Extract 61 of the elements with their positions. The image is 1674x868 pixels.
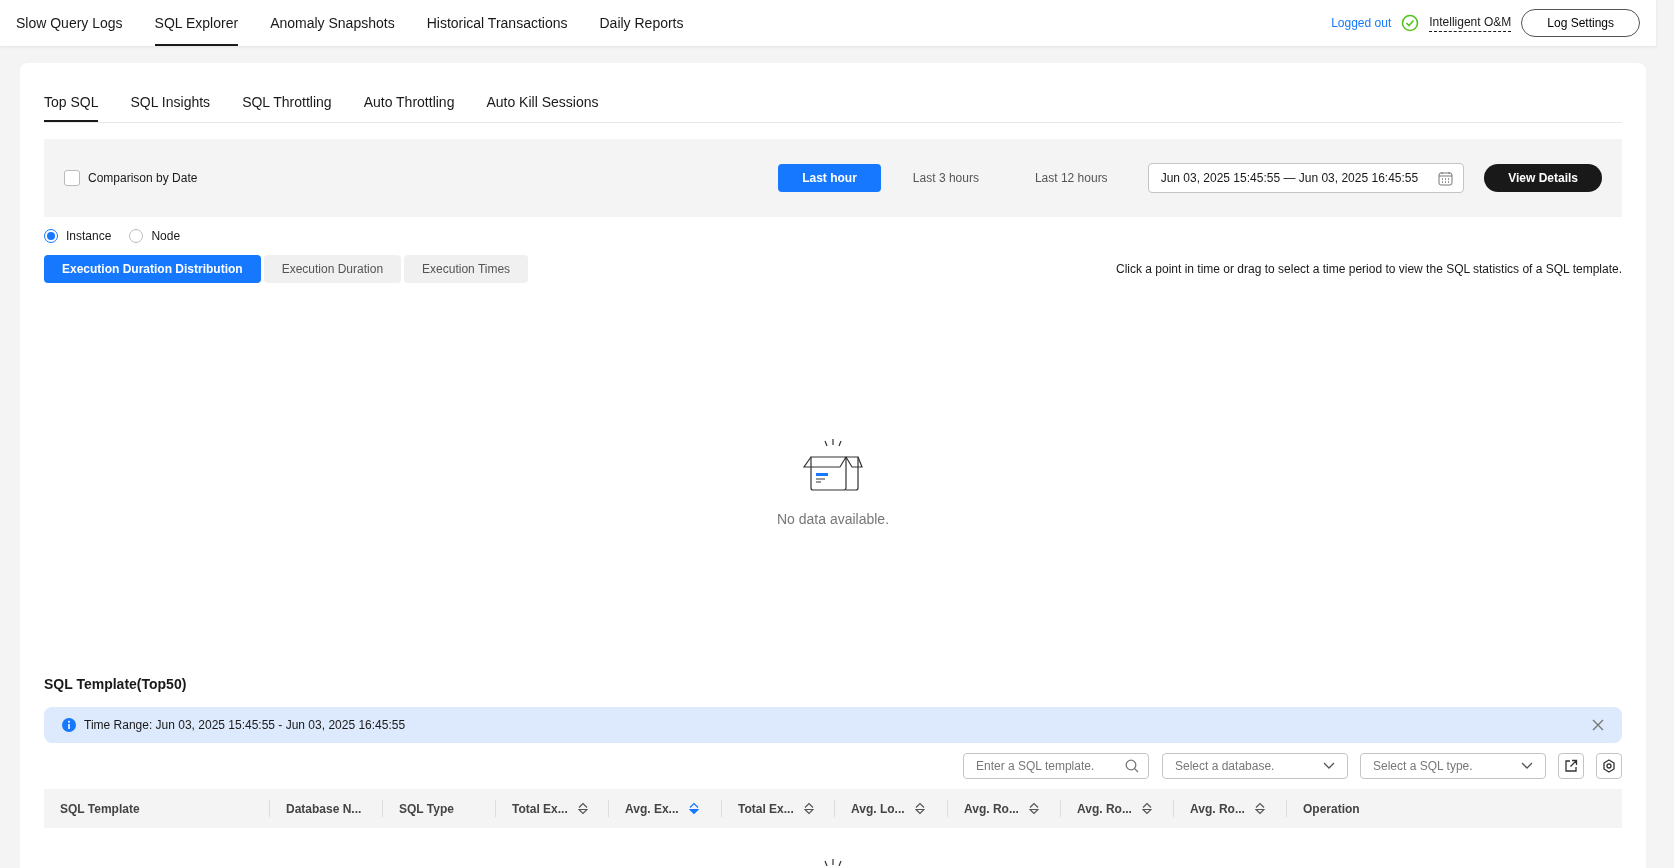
settings-button[interactable]	[1596, 753, 1622, 779]
nav-tab[interactable]: SQL Explorer	[154, 0, 239, 46]
sort-icon[interactable]	[688, 802, 699, 815]
empty-message: No data available.	[776, 510, 890, 527]
date-range-field[interactable]: Jun 03, 2025 15:45:55 — Jun 03, 2025 16:45:55	[1147, 163, 1465, 193]
settings-icon	[1602, 759, 1616, 773]
checkbox[interactable]	[64, 170, 80, 186]
radio-label: Instance	[66, 229, 112, 243]
mode-label[interactable]: Intelligent O&M	[1429, 14, 1512, 32]
time-range-button[interactable]: Last 12 hours	[1010, 164, 1132, 192]
nav-tab[interactable]: Slow Query Logs	[16, 0, 123, 46]
close-icon[interactable]	[1592, 719, 1604, 731]
tab[interactable]: SQL Insights	[130, 85, 211, 122]
sort-icon[interactable]	[1254, 802, 1265, 815]
tab[interactable]: SQL Throttling	[242, 85, 332, 122]
log-settings-button[interactable]: Log Settings	[1521, 9, 1640, 37]
tab[interactable]: Auto Kill Sessions	[486, 85, 599, 122]
column-header: Avg. Ro...	[964, 801, 1019, 816]
view-details-button[interactable]: View Details	[1484, 164, 1602, 192]
chart-hint: Click a point in time or drag to select a time period to view the SQL statistics of a SQL template.	[1116, 262, 1622, 276]
export-icon	[1564, 759, 1578, 773]
column-header: Avg. Lo...	[851, 801, 905, 816]
calendar-icon	[1438, 170, 1454, 186]
column-header: Total Ex...	[512, 801, 568, 816]
info-icon	[62, 718, 76, 732]
time-range-button[interactable]: Last 3 hours	[888, 164, 1003, 192]
tab[interactable]: Top SQL	[44, 85, 99, 122]
search-icon	[1125, 759, 1139, 773]
column-header: Avg. Ro...	[1190, 801, 1245, 816]
column-header: SQL Template	[60, 801, 140, 816]
column-header: Operation	[1303, 801, 1360, 816]
search-field[interactable]: Enter a SQL template.	[963, 753, 1149, 779]
check-circle-icon	[1401, 14, 1420, 32]
tab[interactable]: Auto Throttling	[363, 85, 455, 122]
chart-tab[interactable]: Execution Times	[404, 255, 529, 283]
chart-tab[interactable]: Execution Duration	[263, 255, 402, 283]
radio-label: Node	[151, 229, 181, 243]
checkbox-label: Comparison by Date	[88, 171, 198, 185]
column-header: Avg. Ro...	[1077, 801, 1132, 816]
export-button[interactable]	[1558, 753, 1584, 779]
time-range-text: Time Range: Jun 03, 2025 15:45:55 - Jun 03, 2025 16:45:55	[84, 718, 406, 732]
sort-icon[interactable]	[1141, 802, 1152, 815]
sql-type-select[interactable]: Select a SQL type.	[1360, 753, 1546, 779]
chevron-down-icon	[1521, 762, 1533, 770]
column-header: Avg. Ex...	[625, 801, 679, 816]
chevron-down-icon	[1323, 762, 1335, 770]
status-link[interactable]: Logged out	[1331, 16, 1392, 30]
nav-tab[interactable]: Daily Reports	[599, 0, 684, 46]
column-header: Database N...	[286, 801, 362, 816]
time-range-button[interactable]: Last hour	[778, 164, 881, 192]
section-title: SQL Template(Top50)	[44, 676, 188, 692]
sort-icon[interactable]	[1028, 802, 1039, 815]
database-select[interactable]: Select a database.	[1162, 753, 1348, 779]
chart-tab[interactable]: Execution Duration Distribution	[44, 255, 261, 283]
nav-tab[interactable]: Anomaly Snapshots	[270, 0, 395, 46]
nav-tab[interactable]: Historical Transactions	[426, 0, 568, 46]
column-header: SQL Type	[399, 801, 454, 816]
sort-icon[interactable]	[914, 802, 925, 815]
column-header: Total Ex...	[738, 801, 794, 816]
sort-icon[interactable]	[803, 802, 814, 815]
sort-icon[interactable]	[577, 802, 588, 815]
